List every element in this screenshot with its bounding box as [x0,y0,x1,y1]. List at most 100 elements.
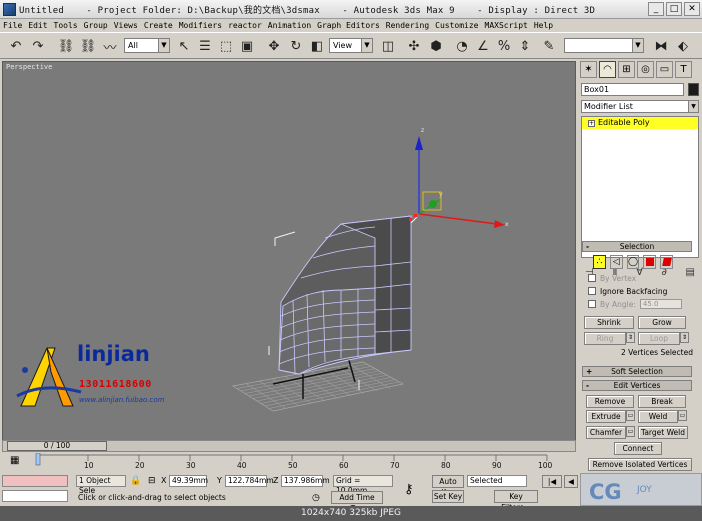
bind-space-warp-icon[interactable]: 〰 [100,36,120,56]
stack-item-editable-poly[interactable]: + Editable Poly [582,117,698,129]
selection-lock-icon[interactable]: 🔒 [130,476,141,486]
maximize-button[interactable]: □ [666,2,682,16]
go-to-start-icon[interactable]: |◀ [542,475,562,488]
modify-tab-icon[interactable]: ◠ [599,60,616,78]
select-and-move-icon active[interactable]: ✥ [264,36,284,56]
modifier-list-dropdown[interactable]: Modifier List ▼ [581,100,699,113]
time-slider-thumb[interactable]: 0 / 100 [7,441,107,451]
spinner-snap-icon[interactable]: ⇕ [515,36,535,56]
x-coordinate-field[interactable]: 49.39mm [169,475,208,487]
edge-level-icon[interactable]: ◁ [609,255,623,269]
by-vertex-checkbox[interactable] [588,274,596,282]
minimize-button[interactable]: _ [648,2,664,16]
ignore-backfacing-row[interactable]: Ignore Backfacing [588,286,667,296]
remove-button[interactable]: Remove [586,395,634,408]
modifier-stack[interactable]: + Editable Poly [581,116,699,258]
snaps-toggle-icon[interactable]: ◔ [452,36,472,56]
mirror-icon[interactable]: ⧓ [651,36,671,56]
soft-selection-rollout-header[interactable]: + Soft Selection [582,366,692,377]
open-mini-curve-editor-icon[interactable]: ▦ [10,455,19,466]
by-vertex-row[interactable]: By Vertex [588,273,636,283]
y-coordinate-field[interactable]: 122.784mm [225,475,274,487]
menu-graph-editors[interactable]: Graph Editors [317,21,380,30]
close-button[interactable]: ✕ [684,2,700,16]
extrude-button[interactable]: Extrude [586,410,626,423]
auto-key-button[interactable]: Auto Key [432,475,464,497]
rectangular-selection-icon[interactable]: ⬚ [216,36,236,56]
create-tab-icon[interactable]: ✶ [580,60,597,78]
weld-button[interactable]: Weld [638,410,678,423]
weld-settings-icon[interactable]: ▭ [678,410,687,421]
selection-rollout-header[interactable]: - Selection [582,241,692,252]
ring-spinner-icon[interactable]: ⇕ [626,332,635,343]
window-crossing-icon[interactable]: ▣ [237,36,257,56]
menu-file[interactable]: File [3,21,22,30]
extrude-settings-icon[interactable]: ▭ [626,410,635,421]
configure-modifier-sets-icon[interactable]: ▤ [686,267,695,278]
absolute-mode-icon[interactable]: ⊟ [148,476,156,486]
menu-edit[interactable]: Edit [28,21,47,30]
select-and-link-icon[interactable]: ⛓ [56,36,76,56]
set-key-mode-icon[interactable]: ⚷ [404,482,414,497]
selection-filter-dropdown[interactable]: All ▼ [124,38,170,53]
key-filter-dropdown[interactable]: Selected [467,475,527,487]
border-level-icon[interactable]: ◯ [626,255,640,269]
perspective-viewport[interactable]: Perspective z x y linjian 13011618600 ww… [2,61,576,450]
remove-isolated-vertices-button[interactable]: Remove Isolated Vertices [588,458,692,471]
grow-button[interactable]: Grow [638,316,686,329]
connect-button[interactable]: Connect [614,442,662,455]
loop-spinner-icon[interactable]: ⇕ [680,332,689,343]
menu-group[interactable]: Group [84,21,108,30]
motion-tab-icon[interactable]: ◎ [637,60,654,78]
ring-button[interactable]: Ring [584,332,626,345]
key-filters-button[interactable]: Key Filters... [494,490,538,512]
by-angle-field[interactable]: 45.0 [639,299,682,309]
maxscript-output-mini[interactable] [2,490,68,502]
vertex-level-icon[interactable]: ∴ [593,255,606,269]
by-angle-checkbox[interactable] [588,300,596,308]
chamfer-button[interactable]: Chamfer [586,426,626,439]
previous-frame-icon[interactable]: ◀ [564,475,578,488]
align-icon[interactable]: ⬖ [673,36,693,56]
reference-coordinate-dropdown[interactable]: View ▼ [329,38,373,53]
pivot-center-icon[interactable]: ◫ [378,36,398,56]
menu-views[interactable]: Views [114,21,138,30]
menu-create[interactable]: Create [144,21,173,30]
object-color-swatch[interactable] [688,83,699,96]
menu-reactor[interactable]: reactor [228,21,262,30]
select-by-name-icon[interactable]: ☰ [195,36,215,56]
select-object-icon[interactable]: ↖ [174,36,194,56]
edit-named-selection-icon[interactable]: ✎ [539,36,559,56]
element-level-icon[interactable] [660,255,673,269]
keyboard-shortcut-override-icon[interactable]: ⬢ [426,36,446,56]
set-key-button[interactable]: Set Key [432,490,464,503]
by-angle-row[interactable]: By Angle: 45.0 [588,299,682,309]
break-button[interactable]: Break [638,395,686,408]
menu-modifiers[interactable]: Modifiers [179,21,222,30]
polygon-level-icon[interactable] [643,255,657,269]
menu-rendering[interactable]: Rendering [386,21,429,30]
edit-vertices-rollout-header[interactable]: - Edit Vertices [582,380,692,391]
redo-icon[interactable]: ↷ [28,36,48,56]
utilities-tab-icon[interactable]: T [675,60,692,78]
max-app-icon[interactable] [3,2,16,16]
hierarchy-tab-icon[interactable]: ⊞ [618,60,635,78]
menu-help[interactable]: Help [534,21,553,30]
shrink-button[interactable]: Shrink [584,316,634,329]
object-name-field[interactable]: Box01 [581,83,684,96]
add-time-tag-button[interactable]: Add Time Tag [331,491,383,513]
menu-customize[interactable]: Customize [435,21,478,30]
select-and-scale-icon[interactable]: ◧ [307,36,327,56]
viewport-label[interactable]: Perspective [6,63,52,71]
named-selection-sets-dropdown[interactable]: ▼ [564,38,644,53]
maxscript-listener-mini[interactable] [2,475,68,487]
percent-snap-icon[interactable]: % [494,36,514,56]
select-and-rotate-icon[interactable]: ↻ [286,36,306,56]
time-slider[interactable]: 0 / 100 [2,440,576,452]
undo-icon[interactable]: ↶ [6,36,26,56]
display-tab-icon[interactable]: ▭ [656,60,673,78]
ignore-backfacing-checkbox[interactable] [588,287,596,295]
loop-button[interactable]: Loop [638,332,680,345]
target-weld-button[interactable]: Target Weld [638,426,688,439]
angle-snap-icon[interactable]: ∠ [473,36,493,56]
